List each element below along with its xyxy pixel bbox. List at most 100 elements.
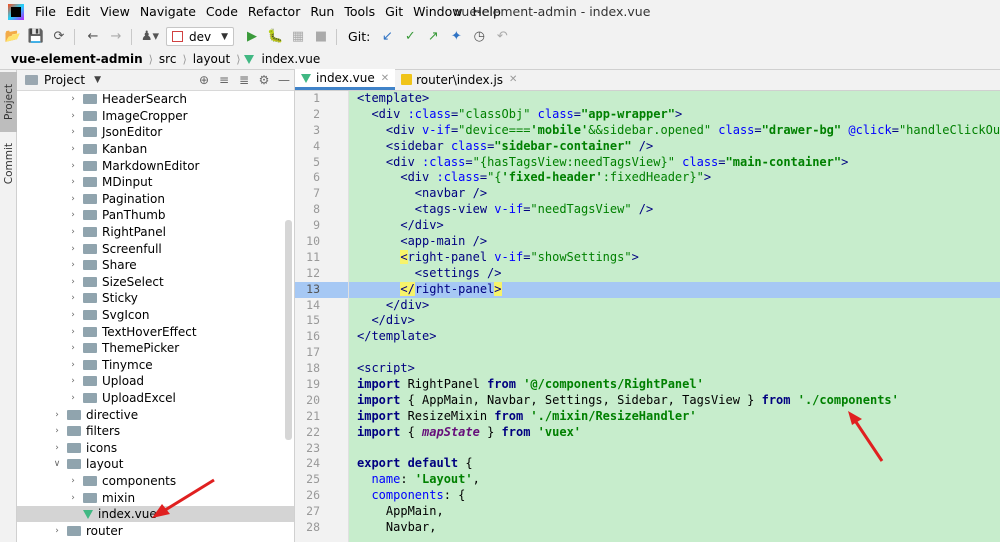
close-icon[interactable]: ✕ bbox=[509, 74, 517, 85]
close-icon[interactable]: ✕ bbox=[381, 73, 389, 84]
tree-item[interactable]: › UploadExcel bbox=[17, 390, 294, 407]
gear-icon[interactable]: ⚙ bbox=[254, 73, 274, 87]
tree-item[interactable]: › directive bbox=[17, 406, 294, 423]
chevron-right-icon[interactable]: › bbox=[67, 177, 79, 187]
menu-code[interactable]: Code bbox=[201, 0, 243, 24]
minimize-icon[interactable]: — bbox=[274, 73, 294, 87]
tree-item[interactable]: › SvgIcon bbox=[17, 307, 294, 324]
tree-item[interactable]: › Pagination bbox=[17, 191, 294, 208]
chevron-right-icon[interactable]: › bbox=[67, 244, 79, 254]
tree-item[interactable]: › Tinymce bbox=[17, 357, 294, 374]
menu-edit[interactable]: Edit bbox=[61, 0, 95, 24]
breadcrumb-file[interactable]: index.vue bbox=[259, 52, 324, 66]
tree-item[interactable]: › ThemePicker bbox=[17, 340, 294, 357]
breadcrumb-src[interactable]: src bbox=[156, 52, 180, 66]
chevron-right-icon[interactable]: › bbox=[67, 293, 79, 303]
forward-icon[interactable]: → bbox=[106, 27, 126, 47]
tree-item[interactable]: › filters bbox=[17, 423, 294, 440]
commit-tool-tab[interactable]: Commit bbox=[0, 134, 17, 194]
sync-icon[interactable]: ⟳ bbox=[49, 27, 69, 47]
menu-git[interactable]: Git bbox=[380, 0, 408, 24]
chevron-right-icon[interactable]: › bbox=[67, 343, 79, 353]
tree-item[interactable]: › router bbox=[17, 522, 294, 539]
open-folder-icon[interactable]: 📂 bbox=[3, 27, 23, 47]
collapse-all-icon[interactable]: ≣ bbox=[234, 73, 254, 87]
locate-icon[interactable]: ⊕ bbox=[194, 73, 214, 87]
project-panel-title[interactable]: Project bbox=[44, 73, 85, 87]
git-rollback-icon[interactable]: ↶ bbox=[492, 27, 512, 47]
tab-index-vue[interactable]: index.vue ✕ bbox=[295, 69, 396, 90]
chevron-right-icon[interactable]: › bbox=[67, 161, 79, 171]
tree-item[interactable]: ∨ layout bbox=[17, 456, 294, 473]
tab-router-index-js[interactable]: router\index.js ✕ bbox=[395, 69, 523, 90]
back-icon[interactable]: ← bbox=[83, 27, 103, 47]
tree-item[interactable]: › JsonEditor bbox=[17, 124, 294, 141]
breadcrumb-project[interactable]: vue-element-admin bbox=[8, 52, 146, 66]
chevron-right-icon[interactable]: › bbox=[67, 376, 79, 386]
run-icon[interactable]: ▶ bbox=[242, 27, 262, 47]
chevron-right-icon[interactable]: › bbox=[67, 127, 79, 137]
chevron-right-icon[interactable]: › bbox=[67, 310, 79, 320]
tree-item[interactable]: › TextHoverEffect bbox=[17, 323, 294, 340]
tree-item[interactable]: › PanThumb bbox=[17, 207, 294, 224]
chevron-right-icon[interactable]: › bbox=[67, 476, 79, 486]
project-tool-tab[interactable]: Project bbox=[0, 72, 17, 132]
git-update-icon[interactable]: ↙ bbox=[377, 27, 397, 47]
tree-item[interactable]: › Sticky bbox=[17, 290, 294, 307]
tree-item[interactable]: › SizeSelect bbox=[17, 274, 294, 291]
chevron-right-icon[interactable]: › bbox=[67, 227, 79, 237]
menu-run[interactable]: Run bbox=[305, 0, 339, 24]
chevron-right-icon[interactable]: › bbox=[51, 526, 63, 536]
tree-item[interactable]: › Screenfull bbox=[17, 240, 294, 257]
user-icon[interactable]: ♟▾ bbox=[140, 27, 160, 47]
chevron-right-icon[interactable]: › bbox=[51, 426, 63, 436]
expand-all-icon[interactable]: ≡ bbox=[214, 73, 234, 87]
tree-item[interactable]: › mixin bbox=[17, 489, 294, 506]
line-number-gutter[interactable]: 1 2 3 4 5 6 7 8 9 10 11 12 13 14 15 16 17 18 19 20 21 22 23 24 2… bbox=[295, 91, 349, 542]
chevron-down-icon[interactable]: ∨ bbox=[51, 459, 63, 469]
menu-tools[interactable]: Tools bbox=[339, 0, 380, 24]
chevron-right-icon[interactable]: › bbox=[67, 393, 79, 403]
tree-item[interactable]: › Upload bbox=[17, 373, 294, 390]
menu-navigate[interactable]: Navigate bbox=[135, 0, 201, 24]
breadcrumb-layout[interactable]: layout bbox=[190, 52, 233, 66]
coverage-icon[interactable]: ▦ bbox=[288, 27, 308, 47]
chevron-right-icon[interactable]: › bbox=[51, 443, 63, 453]
stop-icon[interactable]: ■ bbox=[311, 27, 331, 47]
save-all-icon[interactable]: 💾 bbox=[26, 27, 46, 47]
tree-scrollbar[interactable] bbox=[285, 220, 292, 440]
chevron-right-icon[interactable]: › bbox=[67, 277, 79, 287]
tree-item[interactable]: › HeaderSearch bbox=[17, 91, 294, 108]
chevron-right-icon[interactable]: › bbox=[67, 360, 79, 370]
git-commit-icon[interactable]: ✓ bbox=[400, 27, 420, 47]
git-history-icon[interactable]: ◷ bbox=[469, 27, 489, 47]
git-compare-icon[interactable]: ✦ bbox=[446, 27, 466, 47]
chevron-right-icon[interactable]: › bbox=[67, 144, 79, 154]
run-config-select[interactable]: dev ▼ bbox=[166, 27, 235, 46]
chevron-right-icon[interactable]: › bbox=[67, 94, 79, 104]
chevron-right-icon[interactable]: › bbox=[67, 493, 79, 503]
git-push-icon[interactable]: ↗ bbox=[423, 27, 443, 47]
tree-item[interactable]: › MarkdownEditor bbox=[17, 157, 294, 174]
tree-item[interactable]: › ImageCropper bbox=[17, 108, 294, 125]
menu-refactor[interactable]: Refactor bbox=[243, 0, 305, 24]
debug-icon[interactable]: 🐛 bbox=[265, 27, 285, 47]
tree-item[interactable]: › Kanban bbox=[17, 141, 294, 158]
chevron-right-icon[interactable]: › bbox=[67, 210, 79, 220]
tree-item[interactable]: › components bbox=[17, 473, 294, 490]
tree-item[interactable]: › icons bbox=[17, 439, 294, 456]
chevron-right-icon[interactable]: › bbox=[67, 111, 79, 121]
tree-item[interactable]: › RightPanel bbox=[17, 224, 294, 241]
menu-file[interactable]: File bbox=[30, 0, 61, 24]
tree-item[interactable]: › Share bbox=[17, 257, 294, 274]
chevron-right-icon[interactable]: › bbox=[67, 260, 79, 270]
chevron-right-icon[interactable]: › bbox=[67, 327, 79, 337]
chevron-right-icon[interactable]: › bbox=[67, 194, 79, 204]
tree-item[interactable]: index.vue bbox=[17, 505, 294, 523]
folder-icon bbox=[83, 276, 97, 287]
menu-view[interactable]: View bbox=[95, 0, 135, 24]
chevron-right-icon[interactable]: › bbox=[51, 410, 63, 420]
chevron-down-icon[interactable]: ▼ bbox=[94, 75, 101, 85]
tree-item[interactable]: › MDinput bbox=[17, 174, 294, 191]
code-editor[interactable]: <template> <div :class="classObj" class=… bbox=[349, 91, 1000, 542]
